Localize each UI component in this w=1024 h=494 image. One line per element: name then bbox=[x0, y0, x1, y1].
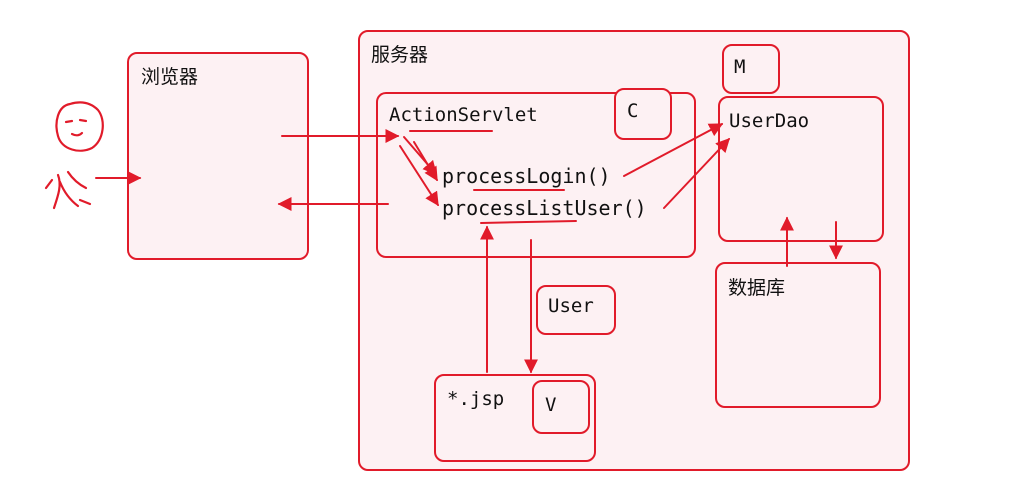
arrow-to-process-login bbox=[403, 136, 437, 176]
diagram-connectors bbox=[44, 101, 843, 374]
stick-figure-icon bbox=[44, 101, 104, 210]
arrow-login-to-userdao bbox=[623, 123, 724, 177]
list-user-underline bbox=[480, 220, 577, 224]
